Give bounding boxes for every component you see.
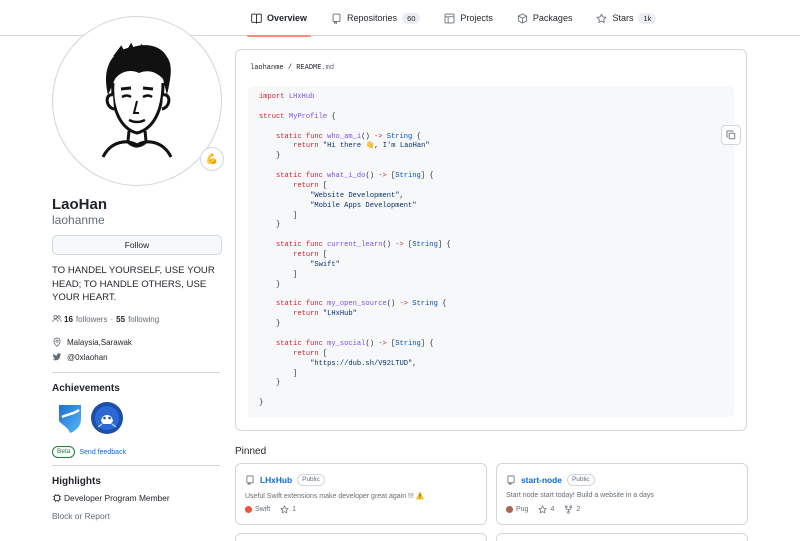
following-link[interactable]: following	[128, 315, 159, 324]
repo-forks[interactable]: 2	[564, 505, 580, 514]
status-emoji-button[interactable]: 💪	[200, 147, 224, 171]
avatar-illustration	[101, 42, 173, 158]
send-feedback-link[interactable]: Send feedback	[79, 449, 126, 456]
tab-overview[interactable]: Overview	[243, 0, 315, 37]
star-icon	[280, 505, 289, 514]
copy-icon	[726, 130, 736, 140]
highlight-text: Developer Program Member	[64, 493, 170, 503]
achievements-beta-row: Beta Send feedback	[52, 446, 126, 458]
code-content: import LHxHub struct MyProfile { static …	[259, 93, 451, 408]
visibility-badge: Public	[297, 474, 325, 486]
tab-packages[interactable]: Packages	[509, 0, 581, 36]
language-color-dot	[245, 506, 252, 513]
readme-file-link[interactable]: README	[296, 64, 321, 72]
repo-description: Useful Swift extensions make developer g…	[245, 493, 425, 500]
status-emoji: 💪	[205, 153, 219, 165]
location-item: Malaysia,Sarawak	[52, 337, 132, 347]
repo-count-badge: 60	[402, 12, 421, 24]
pinned-repo-card: LHxHub Public Useful Swift extensions ma…	[235, 463, 487, 525]
pinned-title: Pinned	[235, 446, 267, 457]
achievements-title: Achievements	[52, 383, 120, 394]
tab-projects[interactable]: Projects	[436, 0, 501, 36]
profile-readme: laohanme / README.md import LHxHub struc…	[235, 49, 747, 431]
achievement-badge-yolo[interactable]	[90, 401, 124, 435]
book-icon	[251, 13, 262, 24]
avatar[interactable]	[52, 16, 222, 186]
people-icon	[52, 315, 62, 323]
twitter-item[interactable]: @0xlaohan	[52, 352, 108, 362]
profile-name: LaoHan	[52, 196, 108, 213]
pinned-repo-card: start-node Public Start node start today…	[496, 463, 748, 525]
follow-stats: 16 followers · 55 following	[52, 314, 159, 324]
pinned-repo-card	[496, 533, 748, 541]
pinned-repo-card	[235, 533, 487, 541]
divider	[52, 465, 220, 466]
stars-count-badge: 1k	[638, 12, 657, 24]
repo-description: Start node start today! Build a website …	[506, 492, 654, 499]
location-icon	[53, 337, 61, 347]
tab-stars[interactable]: Stars 1k	[588, 0, 664, 36]
stars-count: 4	[550, 506, 555, 513]
repo-name-link[interactable]: LHxHub	[260, 475, 292, 485]
beta-badge: Beta	[52, 446, 76, 458]
repo-stars[interactable]: 4	[538, 505, 554, 514]
twitter-icon	[52, 353, 62, 361]
readme-owner-link[interactable]: laohanme	[250, 64, 284, 72]
follow-button[interactable]: Follow	[52, 235, 222, 255]
tab-repositories[interactable]: Repositories 60	[323, 0, 428, 36]
tab-label: Packages	[532, 13, 573, 23]
highlights-title: Highlights	[52, 476, 101, 487]
profile-login: laohanme	[52, 213, 105, 227]
star-icon	[597, 13, 607, 23]
path-separator: /	[287, 64, 293, 72]
language-color-dot	[506, 506, 513, 513]
repo-icon	[332, 13, 341, 24]
copy-code-button[interactable]	[721, 125, 741, 145]
achievement-badge-pull-shark[interactable]	[53, 401, 87, 435]
visibility-badge: Public	[566, 474, 595, 486]
followers-count[interactable]: 16	[64, 315, 73, 324]
location-text: Malaysia,Sarawak	[67, 337, 132, 347]
repo-icon	[246, 475, 254, 485]
tab-label: Projects	[460, 13, 493, 23]
twitter-handle[interactable]: @0xlaohan	[67, 353, 108, 362]
profile-bio: TO HANDEL YOURSELF, USE YOUR HEAD; TO HA…	[52, 265, 215, 304]
fork-icon	[565, 505, 573, 514]
language-label: Pug	[516, 506, 529, 513]
package-icon	[517, 13, 527, 23]
following-count[interactable]: 55	[116, 315, 125, 324]
forks-count: 2	[576, 506, 581, 513]
repo-stars[interactable]: 1	[280, 505, 296, 514]
highlight-item: Developer Program Member	[52, 493, 170, 503]
readme-file-ext: .md	[321, 64, 335, 72]
tab-label: Stars	[612, 13, 634, 23]
follow-separator: ·	[110, 314, 114, 324]
followers-link[interactable]: followers	[76, 315, 108, 324]
repo-language: Pug	[506, 506, 528, 513]
readme-path: laohanme / README.md	[250, 64, 334, 72]
repo-language: Swift	[245, 506, 270, 513]
tab-label: Repositories	[347, 13, 398, 23]
code-block: import LHxHub struct MyProfile { static …	[248, 86, 741, 417]
star-icon	[538, 505, 547, 514]
tab-label: Overview	[267, 13, 308, 23]
table-icon	[444, 13, 455, 23]
cpu-icon	[52, 493, 62, 503]
repo-icon	[507, 475, 515, 485]
repo-name-link[interactable]: start-node	[521, 475, 562, 485]
divider	[52, 372, 220, 373]
block-report-link[interactable]: Block or Report	[52, 511, 110, 521]
stars-count: 1	[292, 506, 297, 513]
language-label: Swift	[255, 506, 271, 513]
